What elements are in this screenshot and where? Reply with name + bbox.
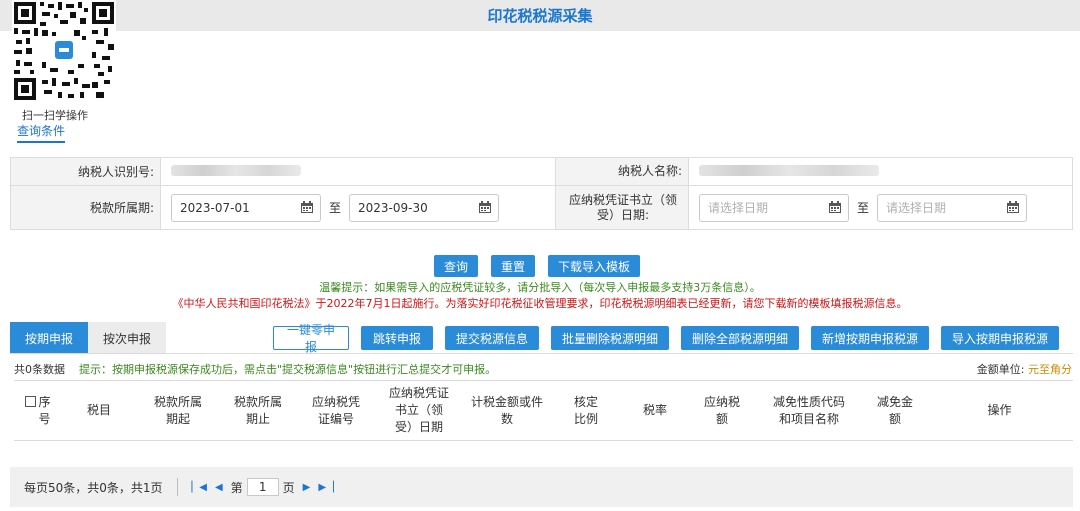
period-start-input[interactable]: 2023-07-01 bbox=[171, 193, 321, 222]
delete-all-button[interactable]: 删除全部税源明细 bbox=[681, 326, 799, 350]
page-prefix: 第 bbox=[230, 480, 243, 495]
period-end-input[interactable]: 2023-09-30 bbox=[349, 193, 500, 222]
pager-summary: 每页50条，共0条，共1页 bbox=[24, 480, 163, 495]
col-tax-rate: 税率 bbox=[620, 380, 690, 441]
col-ratio-label: 核定比例 bbox=[573, 394, 598, 426]
page-suffix: 页 bbox=[282, 480, 295, 495]
establish-date-label-text: 应纳税凭证书立（领受）日期: bbox=[568, 192, 677, 222]
query-form: 纳税人识别号: 纳税人名称: 税款所属期: 2023-07-01 至 2023-… bbox=[10, 157, 1073, 230]
col-tax-basis-label: 计税金额或件数 bbox=[470, 394, 543, 426]
next-page-icon[interactable]: ▶ bbox=[303, 482, 311, 493]
period-label: 税款所属期: bbox=[10, 185, 161, 230]
to-label: 至 bbox=[329, 201, 342, 215]
jump-declare-button[interactable]: 跳转申报 bbox=[361, 326, 433, 350]
batch-delete-button[interactable]: 批量删除税源明细 bbox=[551, 326, 669, 350]
tax-source-table: 序号 税目 税款所属期起 税款所属期止 应纳税凭证编号 应纳税凭证书立（领受）日… bbox=[14, 380, 1073, 441]
col-period-start-label: 税款所属期起 bbox=[153, 394, 202, 426]
download-template-button[interactable]: 下载导入模板 bbox=[548, 255, 641, 277]
tab-periodic[interactable]: 按期申报 bbox=[10, 322, 88, 354]
query-conditions-tab[interactable]: 查询条件 bbox=[17, 122, 66, 143]
search-button[interactable]: 查询 bbox=[434, 255, 479, 277]
pagination: 每页50条，共0条，共1页 ▏◀ ◀ 第 1 页 ▶ ▶▕ bbox=[10, 467, 1073, 507]
first-page-icon[interactable]: ▏◀ bbox=[192, 482, 207, 493]
declare-tabs: 按期申报 按次申报 bbox=[10, 322, 166, 354]
col-period-end-label: 税款所属期止 bbox=[233, 394, 282, 426]
establish-date-start-input[interactable]: 请选择日期 bbox=[699, 193, 849, 222]
col-establish-date: 应纳税凭证书立（领受）日期 bbox=[376, 380, 462, 441]
query-actions: 查询 重置 下载导入模板 bbox=[434, 255, 641, 277]
calendar-icon[interactable] bbox=[828, 201, 842, 214]
taxpayer-id-label: 纳税人识别号: bbox=[10, 157, 161, 186]
period-range: 2023-07-01 至 2023-09-30 bbox=[160, 185, 556, 230]
col-establish-date-label: 应纳税凭证书立（领受）日期 bbox=[388, 386, 449, 434]
amount-unit: 金额单位: 元至角分 bbox=[977, 361, 1072, 377]
amount-unit-label: 金额单位: bbox=[976, 363, 1025, 376]
col-serial: 序号 bbox=[14, 380, 62, 441]
col-ratio: 核定比例 bbox=[552, 380, 620, 441]
col-voucher-no: 应纳税凭证编号 bbox=[296, 380, 376, 441]
calendar-icon[interactable] bbox=[1006, 201, 1020, 214]
establish-date-label: 应纳税凭证书立（领受）日期: bbox=[555, 185, 689, 230]
page-number-input[interactable]: 1 bbox=[246, 478, 279, 496]
qr-code bbox=[12, 0, 116, 102]
taxpayer-name-value bbox=[688, 157, 1073, 186]
col-reduction-amount-label: 减免金额 bbox=[876, 394, 913, 426]
toolbar: 一键零申报 跳转申报 提交税源信息 批量删除税源明细 删除全部税源明细 新增按期… bbox=[273, 323, 1071, 354]
reset-button[interactable]: 重置 bbox=[491, 255, 536, 277]
col-voucher-no-label: 应纳税凭证编号 bbox=[311, 394, 360, 426]
last-page-icon[interactable]: ▶▕ bbox=[318, 482, 333, 493]
tab-per-time[interactable]: 按次申报 bbox=[88, 322, 166, 354]
col-tax-amount-label: 应纳税额 bbox=[703, 394, 740, 426]
calendar-icon[interactable] bbox=[300, 201, 314, 214]
select-all-checkbox[interactable] bbox=[24, 395, 36, 407]
col-tax-amount: 应纳税额 bbox=[690, 380, 754, 441]
col-serial-label: 序号 bbox=[38, 394, 51, 426]
date-placeholder: 请选择日期 bbox=[708, 201, 769, 215]
tab-divider bbox=[10, 353, 1073, 354]
page-title: 印花税税源采集 bbox=[487, 7, 593, 25]
col-reduction-code-label: 减免性质代码和项目名称 bbox=[772, 394, 845, 426]
period-start-value: 2023-07-01 bbox=[180, 200, 250, 215]
table-header-row: 序号 税目 税款所属期起 税款所属期止 应纳税凭证编号 应纳税凭证书立（领受）日… bbox=[14, 380, 1073, 441]
col-tax-item: 税目 bbox=[62, 380, 136, 441]
zero-declare-button[interactable]: 一键零申报 bbox=[273, 323, 349, 354]
submit-source-button[interactable]: 提交税源信息 bbox=[445, 326, 539, 350]
submit-hint: 提示：按期申报税源保存成功后，需点击"提交税源信息"按钮进行汇总提交才可申报。 bbox=[79, 363, 497, 376]
amount-unit-value: 元至角分 bbox=[1028, 363, 1072, 376]
qr-code-icon bbox=[12, 0, 116, 102]
establish-date-end-input[interactable]: 请选择日期 bbox=[877, 193, 1028, 222]
qr-caption: 扫一扫学操作 bbox=[22, 109, 88, 122]
tip-law: 《中华人民共和国印花税法》于2022年7月1日起施行。为落实好印花税征收管理要求… bbox=[172, 297, 908, 310]
pager-divider bbox=[176, 478, 178, 496]
import-periodic-source-button[interactable]: 导入按期申报税源 bbox=[941, 326, 1059, 350]
redacted-value bbox=[699, 164, 879, 176]
prev-page-icon[interactable]: ◀ bbox=[215, 482, 223, 493]
taxpayer-name-label: 纳税人名称: bbox=[555, 157, 689, 186]
to-label: 至 bbox=[857, 201, 870, 215]
calendar-icon[interactable] bbox=[478, 201, 492, 214]
add-periodic-source-button[interactable]: 新增按期申报税源 bbox=[811, 326, 929, 350]
page-header: 印花税税源采集 bbox=[0, 0, 1080, 31]
col-reduction-amount: 减免金额 bbox=[864, 380, 926, 441]
col-tax-basis: 计税金额或件数 bbox=[462, 380, 552, 441]
establish-date-range: 请选择日期 至 请选择日期 bbox=[688, 185, 1073, 230]
summary-row: 共0条数据 提示：按期申报税源保存成功后，需点击"提交税源信息"按钮进行汇总提交… bbox=[14, 361, 1072, 377]
tip-import: 温馨提示：如果需导入的应税凭证较多，请分批导入（每次导入申报最多支持3万条信息）… bbox=[319, 281, 761, 294]
col-period-end: 税款所属期止 bbox=[220, 380, 296, 441]
record-count: 共0条数据 bbox=[14, 363, 65, 376]
col-reduction-code: 减免性质代码和项目名称 bbox=[754, 380, 864, 441]
col-period-start: 税款所属期起 bbox=[136, 380, 220, 441]
period-end-value: 2023-09-30 bbox=[358, 200, 428, 215]
taxpayer-id-value bbox=[160, 157, 556, 186]
date-placeholder: 请选择日期 bbox=[886, 201, 947, 215]
col-operation: 操作 bbox=[926, 380, 1073, 441]
redacted-value bbox=[171, 164, 301, 176]
